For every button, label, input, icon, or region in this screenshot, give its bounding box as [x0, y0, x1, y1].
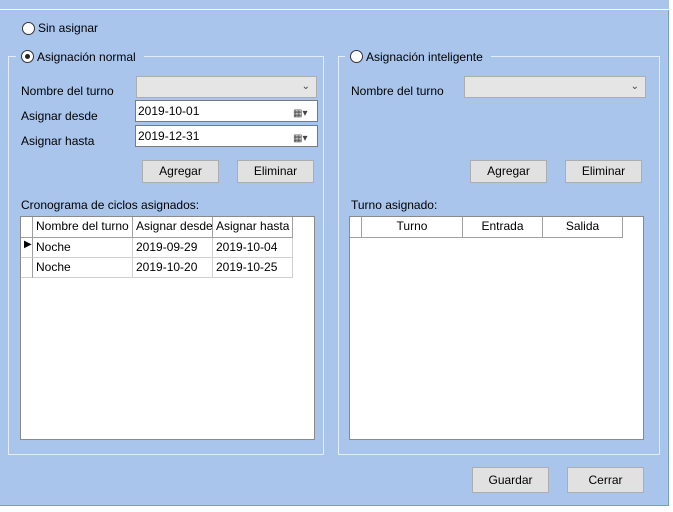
table-cell[interactable]: 2019-09-29 [133, 238, 213, 258]
cronograma-label: Cronograma de ciclos asignados: [21, 198, 200, 212]
grid-corner [21, 217, 33, 238]
inteligente-label: Asignación inteligente [366, 50, 483, 64]
sin-asignar-label: Sin asignar [38, 21, 99, 35]
hasta-label: Asignar hasta [21, 134, 95, 148]
table-cell[interactable]: Noche [33, 238, 133, 258]
normal-label: Asignación normal [37, 50, 136, 64]
inteligente-nombre-turno-combo[interactable]: ⌄ [464, 76, 646, 98]
hasta-value: 2019-12-31 [138, 129, 200, 143]
calendar-icon[interactable]: ▦▾ [293, 104, 315, 119]
turno-asignado-label: Turno asignado: [351, 198, 438, 212]
table-cell[interactable]: 2019-10-04 [213, 238, 293, 258]
table-cell[interactable]: 2019-10-20 [133, 258, 213, 278]
desde-value: 2019-10-01 [138, 104, 200, 118]
normal-agregar-button[interactable]: Agregar [142, 160, 219, 183]
sin-asignar-radio[interactable] [22, 22, 35, 35]
col-header-hasta[interactable]: Asignar hasta [213, 217, 293, 238]
col-header-turno[interactable]: Turno [362, 217, 463, 238]
nombre-turno-label: Nombre del turno [21, 84, 114, 98]
inteligente-radio[interactable] [350, 50, 363, 63]
title-bar [0, 0, 669, 10]
desde-label: Asignar desde [21, 109, 98, 123]
desde-datepicker[interactable]: 2019-10-01 ▦▾ [135, 100, 318, 122]
col-header-entrada[interactable]: Entrada [463, 217, 543, 238]
cronograma-grid[interactable]: Nombre del turno Asignar desde Asignar h… [20, 216, 315, 440]
inteligente-nombre-turno-label: Nombre del turno [351, 84, 444, 98]
table-cell[interactable]: Noche [33, 258, 133, 278]
guardar-button[interactable]: Guardar [472, 467, 549, 493]
row-header[interactable] [21, 258, 33, 278]
calendar-icon[interactable]: ▦▾ [293, 129, 315, 144]
chevron-down-icon: ⌄ [630, 81, 639, 92]
col-header-nombre[interactable]: Nombre del turno [33, 217, 133, 238]
table-cell[interactable]: 2019-10-25 [213, 258, 293, 278]
chevron-down-icon: ⌄ [301, 81, 310, 92]
normal-radio[interactable] [21, 50, 34, 63]
normal-eliminar-button[interactable]: Eliminar [237, 160, 314, 183]
grid-corner [350, 217, 362, 238]
col-header-salida[interactable]: Salida [543, 217, 623, 238]
hasta-datepicker[interactable]: 2019-12-31 ▦▾ [135, 125, 318, 147]
col-header-desde[interactable]: Asignar desde [133, 217, 213, 238]
inteligente-agregar-button[interactable]: Agregar [470, 160, 547, 183]
inteligente-eliminar-button[interactable]: Eliminar [565, 160, 642, 183]
turno-asignado-grid[interactable]: Turno Entrada Salida [349, 216, 644, 440]
triangle-right-icon: ▶ [24, 239, 32, 250]
cerrar-button[interactable]: Cerrar [567, 467, 644, 493]
nombre-turno-combo[interactable]: ⌄ [136, 76, 317, 98]
row-header[interactable]: ▶ [21, 238, 33, 258]
